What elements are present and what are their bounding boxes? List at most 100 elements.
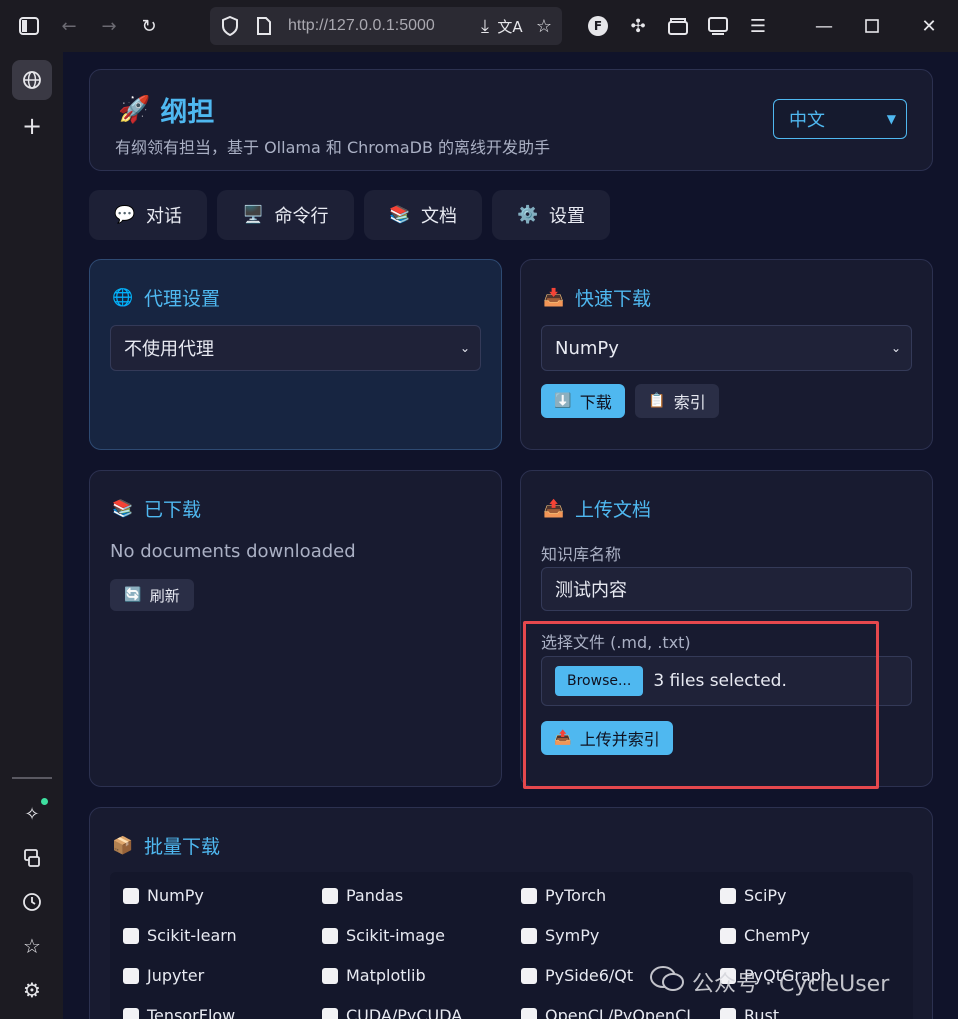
- settings-gear-icon[interactable]: ⚙: [12, 970, 52, 1010]
- batch-checkbox-item[interactable]: SymPy: [521, 926, 599, 945]
- tab-docs-label: 文档: [421, 206, 457, 227]
- reload-icon[interactable]: ↻: [129, 6, 169, 46]
- container-icon[interactable]: [658, 6, 698, 46]
- package-icon: 📦: [112, 835, 134, 856]
- url-text: http://127.0.0.1:5000: [288, 17, 435, 34]
- tab-settings-label: 设置: [549, 206, 585, 227]
- language-select[interactable]: 中文 ▼: [773, 99, 907, 139]
- forward-icon[interactable]: →: [89, 6, 129, 46]
- batch-checkbox-item[interactable]: CUDA/PyCUDA: [322, 1006, 462, 1019]
- download-arrow-icon: ⬇️: [554, 393, 572, 409]
- globe-icon: 🌐: [112, 287, 134, 308]
- batch-checkbox-item[interactable]: Matplotlib: [322, 966, 426, 985]
- page-icon: [244, 6, 284, 46]
- checkbox-label: PySide6/Qt: [545, 966, 634, 985]
- downloaded-title: 已下载: [144, 499, 202, 521]
- inbox-tray-icon: 📥: [543, 287, 565, 308]
- tab-settings[interactable]: ⚙️ 设置: [492, 190, 610, 240]
- checkbox[interactable]: [720, 887, 736, 904]
- kb-name-label: 知识库名称: [541, 545, 622, 564]
- batch-checkbox-item[interactable]: Jupyter: [123, 966, 204, 985]
- checkbox[interactable]: [720, 927, 736, 944]
- quick-download-title: 快速下载: [575, 288, 652, 310]
- browser-toolbar: ← → ↻ http://127.0.0.1:5000 ⤓ 文A ☆ F ✣ ☰…: [0, 0, 958, 52]
- checkbox-label: Rust: [744, 1006, 780, 1019]
- maximize-icon[interactable]: [852, 6, 892, 46]
- reader-view-icon[interactable]: [698, 6, 738, 46]
- download-button[interactable]: ⬇️ 下载: [541, 384, 625, 418]
- tab-terminal[interactable]: 🖥️ 命令行: [217, 190, 354, 240]
- globe-tab-icon[interactable]: [12, 60, 52, 100]
- checkbox[interactable]: [521, 887, 537, 904]
- checkbox-label: OpenCL/PyOpenCL: [545, 1006, 696, 1019]
- checkbox-label: Scikit-image: [346, 926, 445, 945]
- chevron-down-icon: ⌄: [459, 341, 470, 355]
- gear-icon: ⚙️: [517, 205, 539, 225]
- bookmark-star-icon[interactable]: ☆: [524, 6, 564, 46]
- refresh-button-label: 刷新: [149, 586, 180, 605]
- kb-name-input[interactable]: 测试内容: [541, 567, 912, 611]
- checkbox-label: PyTorch: [545, 886, 607, 905]
- tab-terminal-label: 命令行: [274, 206, 329, 227]
- checkbox[interactable]: [322, 927, 338, 944]
- batch-checkbox-item[interactable]: OpenCL/PyOpenCL: [521, 1006, 695, 1019]
- checkbox[interactable]: [322, 967, 338, 984]
- batch-checkbox-item[interactable]: TensorFlow: [123, 1006, 235, 1019]
- app-subtitle: 有纲领有担当，基于 Ollama 和 ChromaDB 的离线开发助手: [115, 138, 551, 157]
- proxy-select-value: 不使用代理: [124, 339, 214, 360]
- sidebar-toggle-icon[interactable]: [9, 6, 49, 46]
- upload-title: 上传文档: [575, 499, 652, 521]
- url-bar[interactable]: http://127.0.0.1:5000 ⤓ 文A ☆: [210, 7, 562, 45]
- highlight-annotation: [523, 621, 879, 789]
- bookmarks-star-icon[interactable]: ☆: [12, 926, 52, 966]
- checkbox[interactable]: [123, 927, 139, 944]
- minimize-icon[interactable]: —: [804, 6, 844, 46]
- synced-tabs-icon[interactable]: [12, 838, 52, 878]
- watermark-text: 公众号 · CycleUser: [692, 972, 890, 997]
- checkbox-label: TensorFlow: [147, 1006, 236, 1019]
- checkbox[interactable]: [322, 887, 338, 904]
- proxy-select[interactable]: 不使用代理 ⌄: [110, 325, 481, 371]
- empty-state-text: No documents downloaded: [110, 541, 356, 562]
- books-icon: 📚: [389, 205, 411, 225]
- kb-name-value: 测试内容: [555, 580, 627, 601]
- batch-checkbox-item[interactable]: PyTorch: [521, 886, 606, 905]
- batch-checkbox-item[interactable]: Pandas: [322, 886, 403, 905]
- checkbox[interactable]: [521, 1007, 537, 1019]
- extensions-icon[interactable]: ✣: [618, 6, 658, 46]
- batch-checkbox-item[interactable]: Scikit-learn: [123, 926, 237, 945]
- close-window-icon[interactable]: ✕: [909, 6, 949, 46]
- profile-icon[interactable]: F: [578, 6, 618, 46]
- index-button[interactable]: 📋 索引: [635, 384, 719, 418]
- checkbox[interactable]: [123, 1007, 139, 1019]
- back-icon[interactable]: ←: [49, 6, 89, 46]
- ai-sparkle-icon[interactable]: ✧: [12, 794, 52, 834]
- tab-chat[interactable]: 💬 对话: [89, 190, 207, 240]
- batch-checkbox-item[interactable]: SciPy: [720, 886, 787, 905]
- checkbox[interactable]: [521, 927, 537, 944]
- batch-checkbox-item[interactable]: PySide6/Qt: [521, 966, 633, 985]
- checkbox[interactable]: [720, 1007, 736, 1019]
- batch-title: 批量下载: [144, 836, 221, 858]
- checkbox-label: Scikit-learn: [147, 926, 237, 945]
- history-icon[interactable]: [12, 882, 52, 922]
- browser-sidebar: + ✧ ☆ ⚙: [0, 52, 63, 1019]
- tab-docs[interactable]: 📚 文档: [364, 190, 482, 240]
- refresh-icon: 🔄: [124, 587, 142, 603]
- batch-checkbox-item[interactable]: Rust: [720, 1006, 779, 1019]
- package-select[interactable]: NumPy ⌄: [541, 325, 912, 371]
- checkbox-label: Pandas: [346, 886, 404, 905]
- app-title: 纲担: [160, 97, 215, 128]
- batch-checkbox-item[interactable]: ChemPy: [720, 926, 810, 945]
- checkbox[interactable]: [521, 967, 537, 984]
- menu-icon[interactable]: ☰: [738, 6, 778, 46]
- checkbox[interactable]: [322, 1007, 338, 1019]
- wechat-icon: [650, 965, 684, 999]
- clipboard-icon: 📋: [648, 393, 666, 409]
- refresh-button[interactable]: 🔄 刷新: [110, 579, 194, 611]
- add-tab-icon[interactable]: +: [12, 106, 52, 146]
- batch-checkbox-item[interactable]: NumPy: [123, 886, 204, 905]
- checkbox[interactable]: [123, 967, 139, 984]
- batch-checkbox-item[interactable]: Scikit-image: [322, 926, 445, 945]
- checkbox[interactable]: [123, 887, 139, 904]
